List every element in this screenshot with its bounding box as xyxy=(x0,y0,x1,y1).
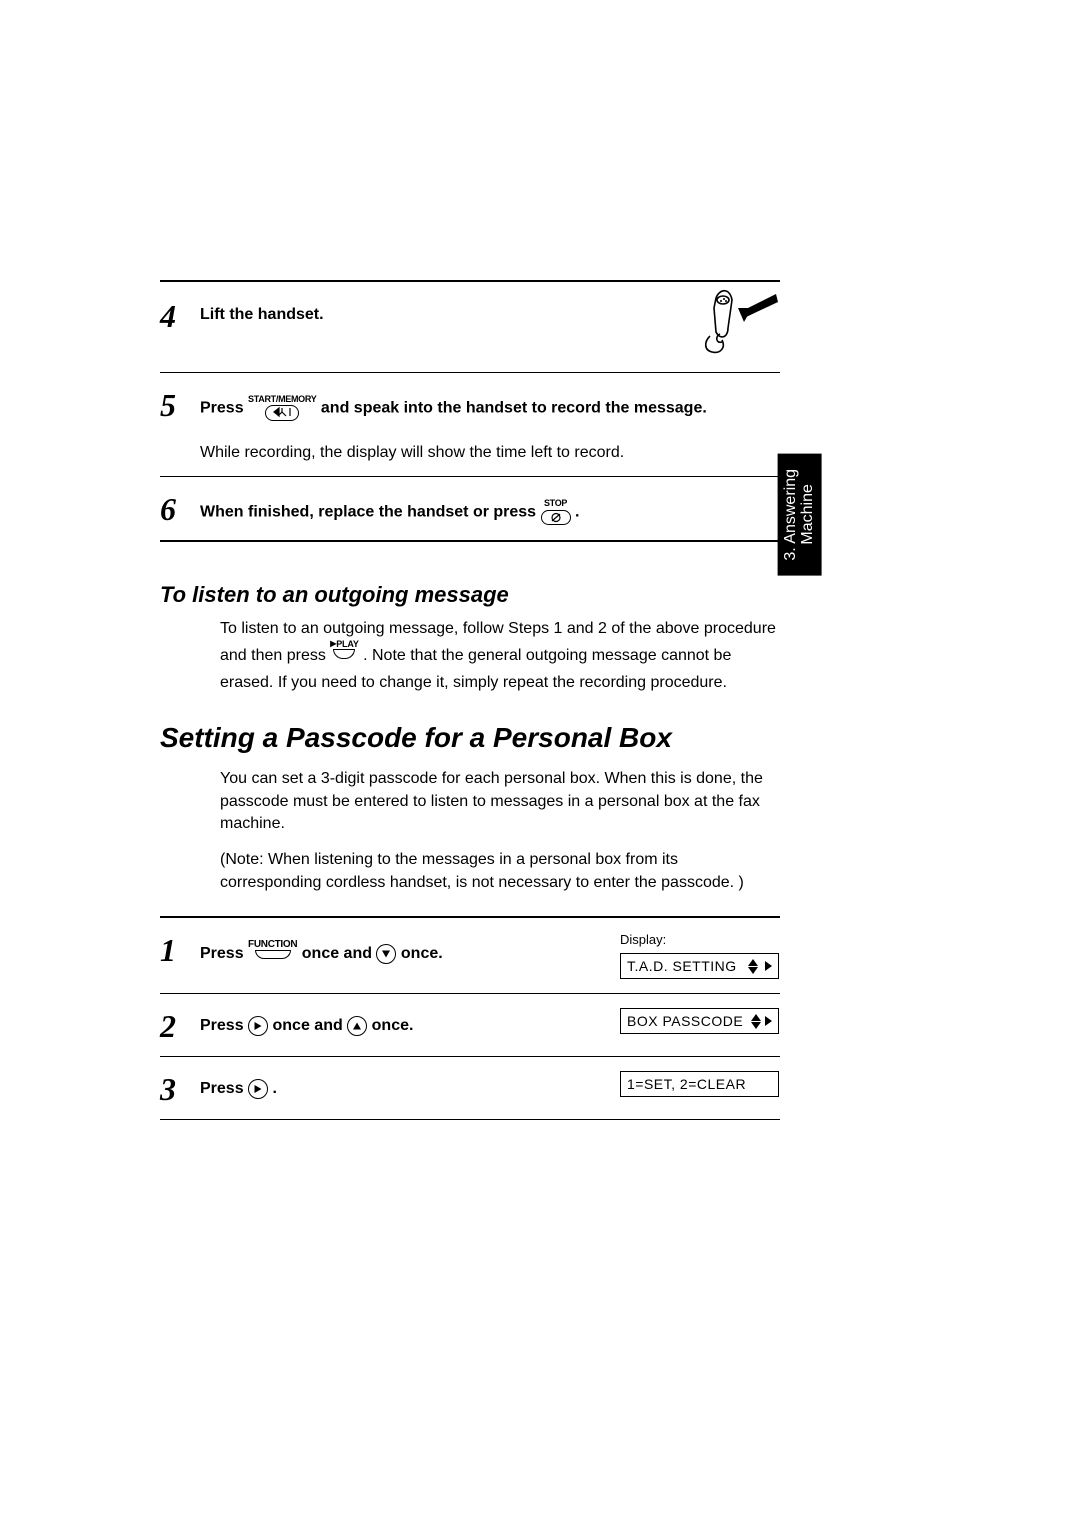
t2: . xyxy=(273,1080,277,1097)
rule xyxy=(160,1056,780,1057)
function-label: FUNCTION xyxy=(248,940,297,950)
step-3: 3 Press . 1=SET, 2=CLEAR xyxy=(160,1067,780,1105)
step-5-pre: Press xyxy=(200,400,248,417)
lcd-display: BOX PASSCODE xyxy=(620,1008,779,1034)
down-arrow-button-icon xyxy=(376,944,396,964)
display-text: BOX PASSCODE xyxy=(627,1013,743,1029)
manual-page: 3. Answering Machine 4 Lift the handset. xyxy=(0,0,1080,1120)
key-bottom-icon xyxy=(255,950,291,959)
rule xyxy=(160,476,780,477)
step-4: 4 Lift the handset. xyxy=(160,294,780,332)
play-key-icon: ▶PLAY xyxy=(330,640,358,671)
display-label: Display: xyxy=(620,932,780,947)
rule xyxy=(160,280,780,282)
start-memory-label: START/MEMORY xyxy=(248,395,316,404)
step-number: 2 xyxy=(160,1004,190,1042)
step-number: 4 xyxy=(160,294,190,332)
step-6-post: . xyxy=(575,504,579,521)
rule xyxy=(160,916,780,918)
t3: once. xyxy=(401,945,443,962)
rule xyxy=(160,993,780,994)
handset-icon xyxy=(690,288,780,356)
step-5: 5 Press START/MEMORY and speak into the … xyxy=(160,383,780,422)
step-6: 6 When finished, replace the handset or … xyxy=(160,487,780,526)
step-3-body: Press . xyxy=(200,1067,610,1105)
t1: Press xyxy=(200,1017,248,1034)
main-heading: Setting a Passcode for a Personal Box xyxy=(160,722,780,754)
listen-heading: To listen to an outgoing message xyxy=(160,582,780,608)
chapter-tab-line1: 3. Answering xyxy=(782,469,799,561)
t3: once. xyxy=(372,1017,414,1034)
rule xyxy=(160,372,780,373)
right-arrow-button-icon xyxy=(248,1079,268,1099)
step-2-body: Press once and once. xyxy=(200,1004,610,1042)
function-key-icon: FUNCTION xyxy=(248,940,297,968)
right-arrow-button-icon xyxy=(248,1016,268,1036)
main-para-1: You can set a 3-digit passcode for each … xyxy=(160,768,780,835)
step-2: 2 Press once and once. BOX PASSCODE xyxy=(160,1004,780,1042)
rule xyxy=(160,540,780,542)
key-oval-icon xyxy=(541,510,571,525)
step-5-sub: While recording, the display will show t… xyxy=(160,444,780,462)
t1: Press xyxy=(200,945,248,962)
right-arrow-icon xyxy=(765,961,772,971)
display-column: 1=SET, 2=CLEAR xyxy=(620,1067,780,1097)
right-arrow-icon xyxy=(765,1016,772,1026)
chapter-tab: 3. Answering Machine xyxy=(778,454,822,576)
step-5-body: Press START/MEMORY and speak into the ha… xyxy=(200,383,780,422)
listen-paragraph: To listen to an outgoing message, follow… xyxy=(160,618,780,694)
play-label: ▶PLAY xyxy=(330,640,358,649)
step-1: 1 Press FUNCTION once and once. Display:… xyxy=(160,928,780,979)
t2: once and xyxy=(273,1017,348,1034)
main-para-2: (Note: When listening to the messages in… xyxy=(160,849,780,894)
display-column: Display: T.A.D. SETTING xyxy=(620,928,780,979)
step-5-post: and speak into the handset to record the… xyxy=(321,400,707,417)
step-number: 1 xyxy=(160,928,190,968)
t1: Press xyxy=(200,1080,248,1097)
step-number: 6 xyxy=(160,487,190,525)
updown-right-icon xyxy=(751,1014,761,1029)
chapter-tab-line2: Machine xyxy=(799,485,816,545)
step-number: 5 xyxy=(160,383,190,421)
step-number: 3 xyxy=(160,1067,190,1105)
display-text: T.A.D. SETTING xyxy=(627,958,737,974)
step-6-body: When finished, replace the handset or pr… xyxy=(200,487,780,526)
lcd-display: 1=SET, 2=CLEAR xyxy=(620,1071,779,1097)
up-arrow-button-icon xyxy=(347,1016,367,1036)
step-1-body: Press FUNCTION once and once. xyxy=(200,928,610,968)
step-6-pre: When finished, replace the handset or pr… xyxy=(200,504,541,521)
display-text: 1=SET, 2=CLEAR xyxy=(627,1076,746,1092)
t2: once and xyxy=(302,945,377,962)
stop-label: STOP xyxy=(541,499,571,508)
lcd-display: T.A.D. SETTING xyxy=(620,953,779,979)
key-bottom-icon xyxy=(333,649,355,659)
stop-key-icon: STOP xyxy=(541,499,571,526)
start-memory-key-icon: START/MEMORY xyxy=(248,395,316,422)
display-column: BOX PASSCODE xyxy=(620,1004,780,1034)
key-oval-icon xyxy=(265,405,299,421)
rule xyxy=(160,1119,780,1120)
updown-right-icon xyxy=(748,959,758,974)
